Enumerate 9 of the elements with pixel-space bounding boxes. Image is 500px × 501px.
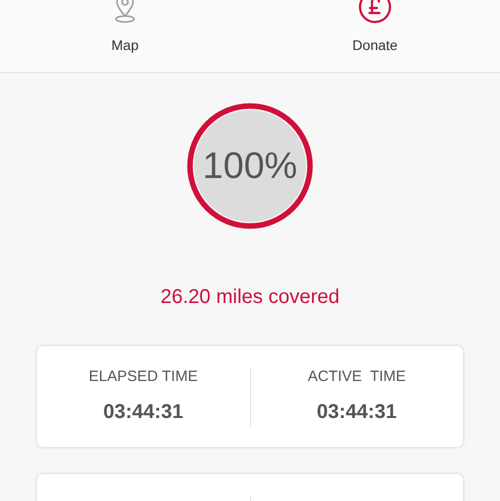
stat-label: ACTIVE TIME [308, 367, 406, 388]
pound-coin-icon [358, 0, 392, 24]
nav-tab[interactable]: Map [0, 0, 250, 72]
nav-tab[interactable]: Donate [250, 0, 500, 72]
stat-label: ELAPSED TIME [88, 367, 198, 388]
progress-percent: 100% [202, 144, 298, 188]
stat-value: 03:44:31 [103, 400, 184, 425]
stat-value: 03:44:31 [316, 400, 397, 425]
distance-text: 26.20 miles covered [160, 285, 340, 310]
